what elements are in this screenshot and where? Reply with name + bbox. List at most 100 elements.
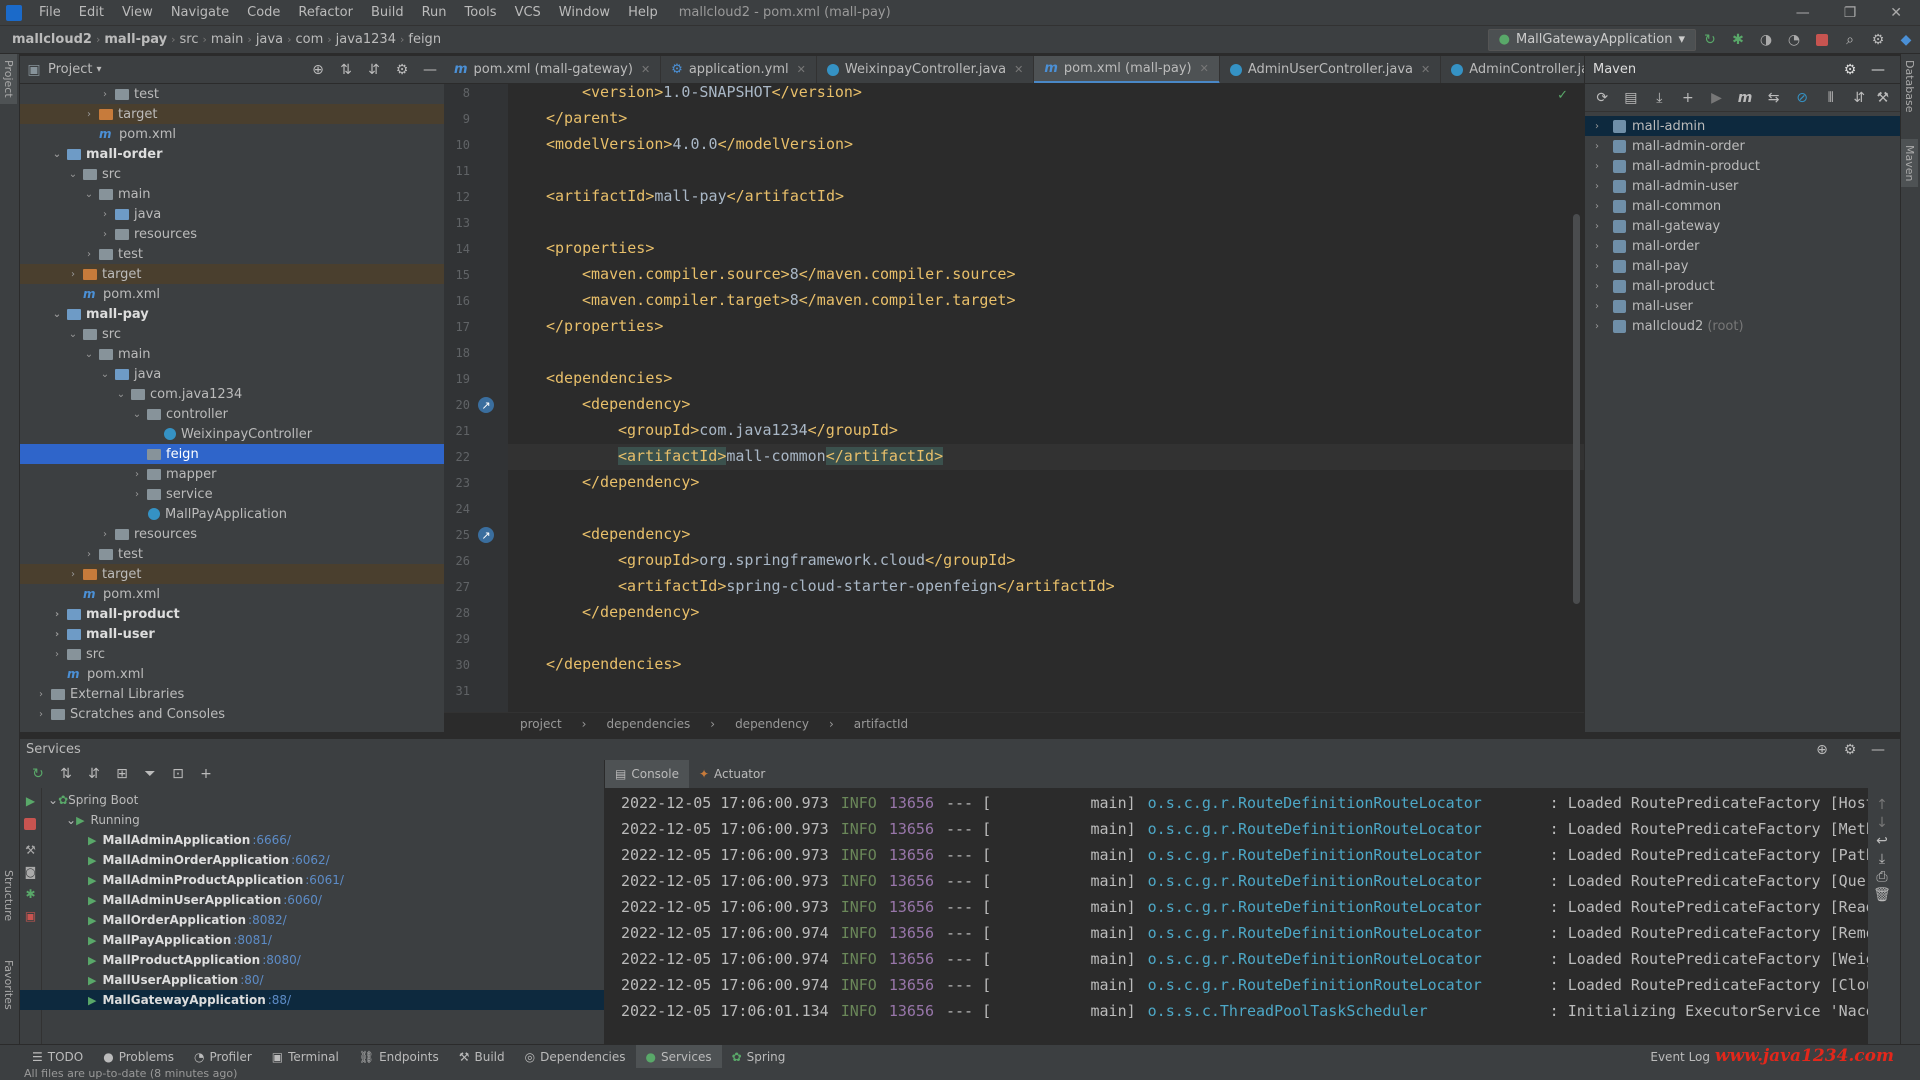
tree-node[interactable]: ⌄ com.java1234 xyxy=(20,384,444,404)
service-app-port[interactable]: :6062/ xyxy=(291,853,330,867)
search-icon[interactable]: ⌕ xyxy=(1841,31,1859,49)
tree-node[interactable]: › mall-user xyxy=(20,624,444,644)
tree-node[interactable]: › resources xyxy=(20,224,444,244)
collapse-all-icon[interactable]: ⇵ xyxy=(365,61,383,79)
project-view-label[interactable]: Project xyxy=(48,62,92,77)
download-icon[interactable]: ⤓ xyxy=(1651,89,1668,107)
service-app-port[interactable]: :8080/ xyxy=(262,953,301,967)
chevron-right-icon[interactable]: › xyxy=(98,229,112,240)
service-app-port[interactable]: :6060/ xyxy=(283,893,322,907)
maven-project-item[interactable]: › mall-pay xyxy=(1585,256,1900,276)
collapse-all-icon[interactable]: ⇵ xyxy=(85,765,103,783)
maven-project-item[interactable]: › mall-order xyxy=(1585,236,1900,256)
editor-crumb[interactable]: project xyxy=(444,717,572,731)
console-tab-actuator[interactable]: ✦ Actuator xyxy=(689,760,775,788)
tree-node[interactable]: m pom.xml xyxy=(20,124,444,144)
navigate-to-module-icon[interactable]: ↗ xyxy=(478,527,494,543)
plus-icon[interactable]: + xyxy=(1680,89,1697,107)
menu-item-help[interactable]: Help xyxy=(619,5,667,20)
scroll-to-end-icon[interactable]: ⤓ xyxy=(1873,850,1891,868)
tree-node[interactable]: › External Libraries xyxy=(20,684,444,704)
menu-item-view[interactable]: View xyxy=(113,5,162,20)
tool-tab-problems[interactable]: ● Problems xyxy=(93,1045,184,1069)
coverage-icon[interactable]: ◑ xyxy=(1757,31,1775,49)
tree-node[interactable]: › target xyxy=(20,104,444,124)
event-log-button[interactable]: Event Log xyxy=(1640,1045,1720,1069)
menu-item-edit[interactable]: Edit xyxy=(70,5,113,20)
chevron-right-icon[interactable]: › xyxy=(66,269,80,280)
editor-crumb[interactable]: artifactId xyxy=(844,717,918,731)
breadcrumb-item[interactable]: com xyxy=(291,32,327,47)
arrow-up-icon[interactable]: ↑ xyxy=(1873,796,1891,814)
gear-icon[interactable]: ⚙ xyxy=(1841,741,1859,759)
collapse-icon[interactable]: ⇵ xyxy=(1851,89,1868,107)
tree-node[interactable]: › Scratches and Consoles xyxy=(20,704,444,724)
service-app-item[interactable]: ▶ MallPayApplication:8081/ xyxy=(48,930,604,950)
locate-icon[interactable]: ⊕ xyxy=(309,61,327,79)
breadcrumb-item[interactable]: src xyxy=(176,32,203,47)
trash-icon[interactable]: 🗑 xyxy=(1873,886,1891,904)
chevron-down-icon[interactable]: ⌄ xyxy=(48,793,58,807)
service-app-item[interactable]: ▶ MallProductApplication:8080/ xyxy=(48,950,604,970)
editor-tab[interactable]: m pom.xml (mall-gateway) ✕ xyxy=(444,56,662,83)
new-tab-icon[interactable]: ⊡ xyxy=(169,765,187,783)
editor-scrollbar[interactable] xyxy=(1573,214,1580,604)
code-editor[interactable]: 8 9 10 11 12 13 14 15 16 17 18 19 20 ↗ 21 22 23 24 25 ↗ 26 27… xyxy=(444,84,1584,712)
chevron-down-icon[interactable]: ⌄ xyxy=(66,329,80,340)
tool-tab-services[interactable]: ● Services xyxy=(635,1044,722,1069)
tree-node[interactable]: ⌄ controller xyxy=(20,404,444,424)
skip-tests-icon[interactable]: ⊘ xyxy=(1794,89,1811,107)
menu-item-navigate[interactable]: Navigate xyxy=(162,5,238,20)
chevron-right-icon[interactable]: › xyxy=(1595,121,1609,132)
tool-tab-endpoints[interactable]: ⛓ Endpoints xyxy=(349,1045,449,1069)
tree-node[interactable]: ⌄ main xyxy=(20,344,444,364)
maven-project-item[interactable]: › mall-product xyxy=(1585,276,1900,296)
chevron-right-icon[interactable]: › xyxy=(34,689,48,700)
maven-project-item[interactable]: › mall-common xyxy=(1585,196,1900,216)
service-app-item[interactable]: ▶ MallOrderApplication:8082/ xyxy=(48,910,604,930)
tree-node[interactable]: MallPayApplication xyxy=(20,504,444,524)
structure-tool-button[interactable]: Structure xyxy=(0,864,17,927)
plus-icon[interactable]: + xyxy=(197,765,215,783)
chevron-right-icon[interactable]: › xyxy=(1595,241,1609,252)
camera-icon[interactable]: ◙ xyxy=(20,865,41,879)
chevron-down-icon[interactable]: ⌄ xyxy=(114,389,128,400)
breadcrumb-item[interactable]: feign xyxy=(404,32,445,47)
reload-icon[interactable]: ⟳ xyxy=(1594,89,1611,107)
navigate-to-module-icon[interactable]: ↗ xyxy=(478,397,494,413)
tree-node[interactable]: › target xyxy=(20,564,444,584)
hide-icon[interactable]: — xyxy=(421,61,439,79)
chevron-down-icon[interactable]: ⌄ xyxy=(50,149,64,160)
chevron-right-icon[interactable]: › xyxy=(66,569,80,580)
menu-item-window[interactable]: Window xyxy=(550,5,619,20)
tree-node[interactable]: › service xyxy=(20,484,444,504)
rerun-icon[interactable]: ↻ xyxy=(1701,31,1719,49)
chevron-down-icon[interactable]: ⌄ xyxy=(66,169,80,180)
chevron-right-icon[interactable]: › xyxy=(1595,161,1609,172)
chevron-right-icon[interactable]: › xyxy=(50,609,64,620)
maven-project-item[interactable]: › mall-admin xyxy=(1585,116,1900,136)
tree-node[interactable]: › target xyxy=(20,264,444,284)
tree-node[interactable]: › java xyxy=(20,204,444,224)
maven-project-item[interactable]: › mall-admin-user xyxy=(1585,176,1900,196)
print-icon[interactable]: ⎙ xyxy=(1873,868,1891,886)
services-root[interactable]: ⌄ ✿ Spring Boot xyxy=(48,790,604,810)
service-app-item[interactable]: ▶ MallGatewayApplication:88/ xyxy=(20,990,604,1010)
tree-node[interactable]: ⌄ mall-pay xyxy=(20,304,444,324)
service-app-item[interactable]: ▶ MallAdminUserApplication:6060/ xyxy=(48,890,604,910)
run-icon[interactable]: ▶ xyxy=(1708,89,1725,107)
close-tab-icon[interactable]: ✕ xyxy=(1421,63,1430,76)
debug-icon[interactable]: ✱ xyxy=(1729,31,1747,49)
menu-item-code[interactable]: Code xyxy=(238,5,289,20)
tree-node[interactable]: › mapper xyxy=(20,464,444,484)
editor-tab[interactable]: AdminUserController.java ✕ xyxy=(1220,56,1442,83)
chevron-down-icon[interactable]: ▾ xyxy=(96,64,101,75)
menu-item-refactor[interactable]: Refactor xyxy=(289,5,362,20)
tree-node[interactable]: › test xyxy=(20,84,444,104)
tool-tab-todo[interactable]: ☰ TODO xyxy=(22,1045,93,1069)
editor-tab[interactable]: ⚙ application.yml ✕ xyxy=(661,56,817,83)
chevron-right-icon[interactable]: › xyxy=(82,549,96,560)
chevron-down-icon[interactable]: ⌄ xyxy=(66,813,76,827)
tree-node[interactable]: WeixinpayController xyxy=(20,424,444,444)
chevron-right-icon[interactable]: › xyxy=(1595,261,1609,272)
